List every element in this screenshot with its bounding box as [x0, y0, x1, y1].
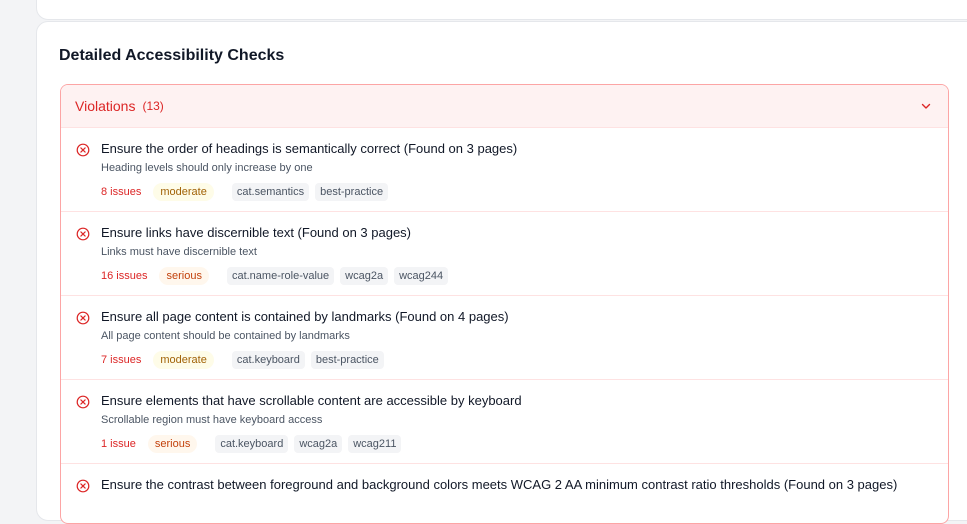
issue-count: 1 issue: [101, 438, 136, 450]
impact-badge: moderate: [153, 183, 214, 201]
violation-heading: Ensure elements that have scrollable con…: [101, 393, 522, 408]
section-title: Detailed Accessibility Checks: [59, 47, 285, 64]
detailed-checks-card: Detailed Accessibility Checks Violations…: [36, 21, 967, 524]
violation-meta: 1 issue serious cat.keyboard wcag2a wcag…: [101, 435, 948, 453]
issue-count: 8 issues: [101, 186, 142, 198]
violation-heading: Ensure the contrast between foreground a…: [101, 477, 898, 492]
tag: wcag2a: [340, 267, 389, 285]
previous-card: [36, 0, 967, 20]
violation-description: Scrollable region must have keyboard acc…: [101, 414, 323, 426]
violation-meta: 8 issues moderate cat.semantics best-pra…: [101, 183, 948, 201]
violations-count: (13): [142, 99, 164, 113]
chevron-down-icon[interactable]: [920, 100, 932, 112]
violation-item[interactable]: Ensure all page content is contained by …: [61, 296, 948, 380]
violation-item[interactable]: Ensure the order of headings is semantic…: [61, 128, 948, 212]
tag: best-practice: [310, 351, 384, 369]
tag: cat.semantics: [231, 183, 310, 201]
violation-item[interactable]: Ensure links have discernible text (Foun…: [61, 212, 948, 296]
violations-header[interactable]: Violations (13): [61, 85, 948, 128]
violation-description: Links must have discernible text: [101, 246, 257, 258]
issue-count: 16 issues: [101, 270, 148, 282]
violation-meta: 7 issues moderate cat.keyboard best-prac…: [101, 351, 948, 369]
impact-badge: serious: [147, 435, 198, 453]
tag: wcag211: [348, 435, 402, 453]
violation-heading: Ensure all page content is contained by …: [101, 309, 509, 324]
impact-badge: serious: [159, 267, 209, 285]
violation-item[interactable]: Ensure elements that have scrollable con…: [61, 380, 948, 464]
violations-title: Violations: [75, 98, 136, 114]
tag: cat.keyboard: [215, 435, 289, 453]
violation-description: Heading levels should only increase by o…: [101, 162, 313, 174]
tag: cat.name-role-value: [226, 267, 335, 285]
x-circle-icon: [76, 227, 90, 241]
impact-badge: moderate: [153, 351, 214, 369]
x-circle-icon: [76, 479, 90, 493]
tag: cat.keyboard: [231, 351, 305, 369]
tag: wcag244: [394, 267, 449, 285]
tag: wcag2a: [294, 435, 343, 453]
x-circle-icon: [76, 395, 90, 409]
violation-heading: Ensure links have discernible text (Foun…: [101, 225, 412, 240]
violations-panel: Violations (13) Ensure the order of head…: [60, 84, 949, 524]
violation-heading: Ensure the order of headings is semantic…: [101, 141, 518, 156]
violation-description: All page content should be contained by …: [101, 330, 350, 342]
violation-item[interactable]: Ensure the contrast between foreground a…: [61, 464, 948, 523]
tag: best-practice: [315, 183, 389, 201]
issue-count: 7 issues: [101, 354, 142, 366]
x-circle-icon: [76, 311, 90, 325]
violation-meta: 16 issues serious cat.name-role-value wc…: [101, 267, 948, 285]
x-circle-icon: [76, 143, 90, 157]
